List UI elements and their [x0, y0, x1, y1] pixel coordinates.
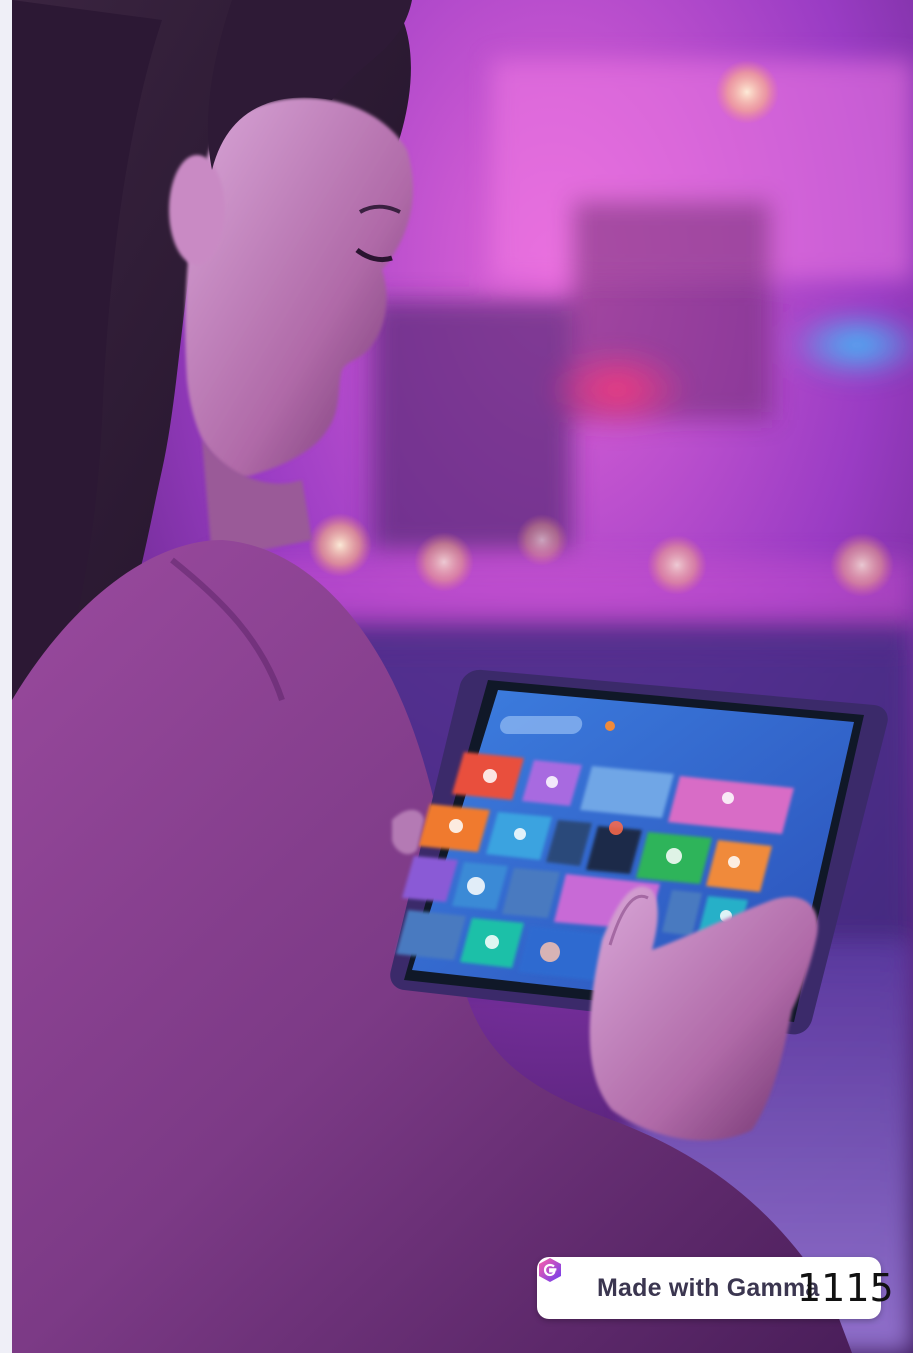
- page-number: 1115: [797, 1266, 894, 1310]
- gamma-logo-icon: [539, 1258, 585, 1301]
- photo-illustration: [12, 0, 913, 1353]
- background-photo: Made with Gamma 1115: [12, 0, 913, 1353]
- badge-label: Made with Gamma: [597, 1273, 820, 1302]
